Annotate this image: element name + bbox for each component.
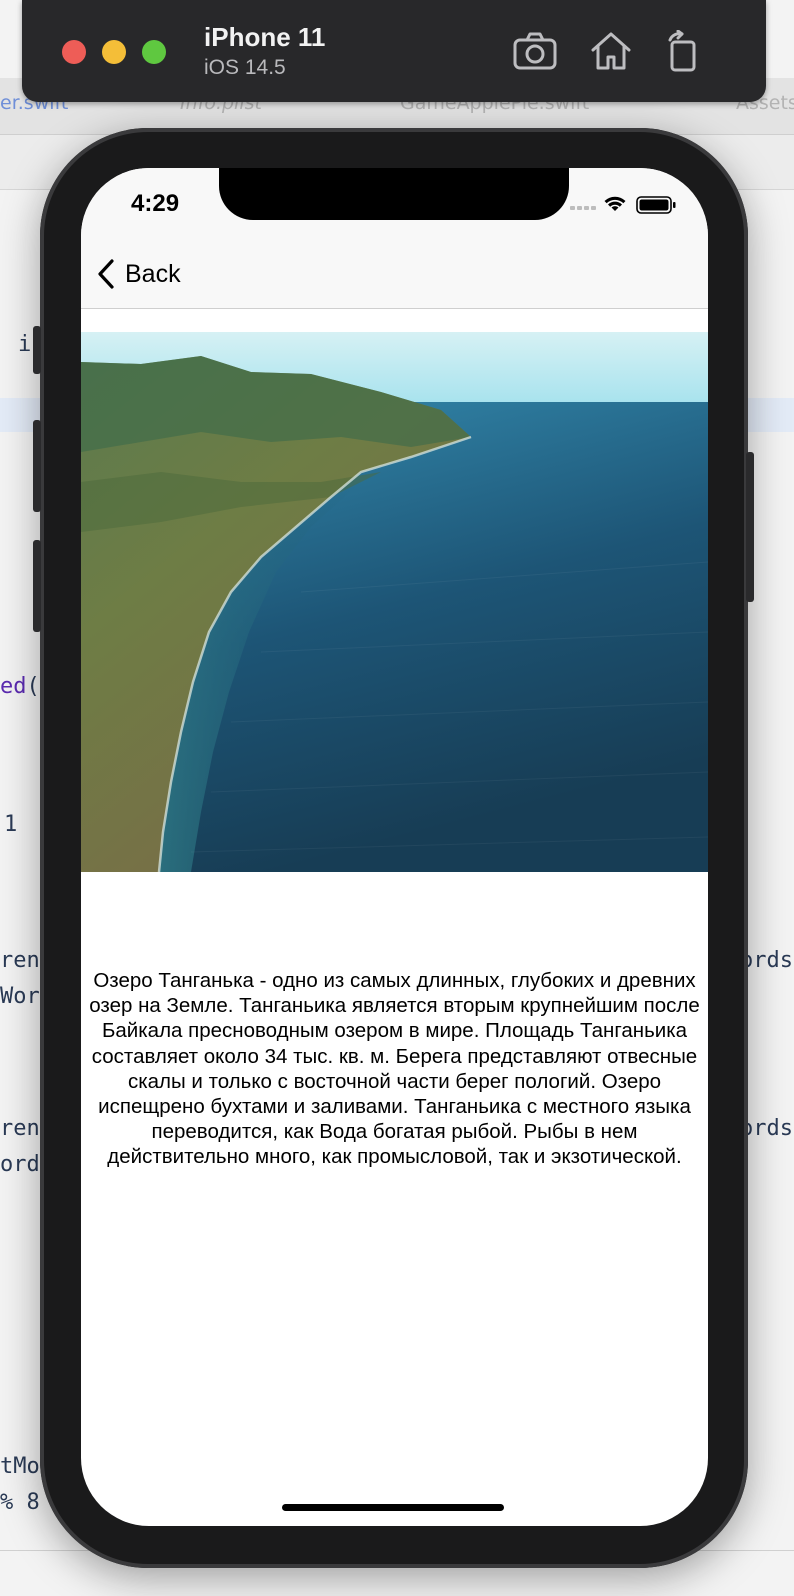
back-button-label: Back <box>125 259 181 288</box>
signal-wifi-battery-icon <box>570 196 676 214</box>
os-version: iOS 14.5 <box>204 56 286 79</box>
home-icon[interactable] <box>588 30 634 72</box>
rotate-icon[interactable] <box>660 30 706 72</box>
code-fragment: tMo <box>0 1454 40 1479</box>
back-button[interactable]: Back <box>97 254 181 294</box>
lake-image <box>81 332 708 872</box>
minimize-window-button[interactable] <box>102 40 126 64</box>
lake-photo-illustration <box>81 332 708 872</box>
code-fragment: ord <box>0 1152 40 1177</box>
status-time: 4:29 <box>131 190 180 217</box>
mute-switch <box>33 326 41 374</box>
code-fragment: i <box>18 332 32 357</box>
code-fragment: % 8 <box>0 1490 40 1515</box>
phone-screen: 4:29 Back Озеро Танганька - одно из самы… <box>81 168 708 1526</box>
close-window-button[interactable] <box>62 40 86 64</box>
screen-notch <box>219 168 569 220</box>
volume-down-button <box>33 540 41 632</box>
screenshot-icon[interactable] <box>512 30 558 72</box>
device-name: iPhone 11 <box>204 22 326 52</box>
home-indicator[interactable] <box>282 1504 504 1511</box>
description-text: Озеро Танганька - одно из самых длинных,… <box>89 969 700 1169</box>
side-power-button <box>746 452 754 602</box>
simulator-title-bar: iPhone 11 iOS 14.5 <box>22 0 766 102</box>
status-indicators <box>570 194 680 214</box>
zoom-window-button[interactable] <box>142 40 166 64</box>
chevron-left-icon <box>98 259 114 289</box>
code-fragment: 1 <box>4 812 18 837</box>
volume-up-button <box>33 420 41 512</box>
